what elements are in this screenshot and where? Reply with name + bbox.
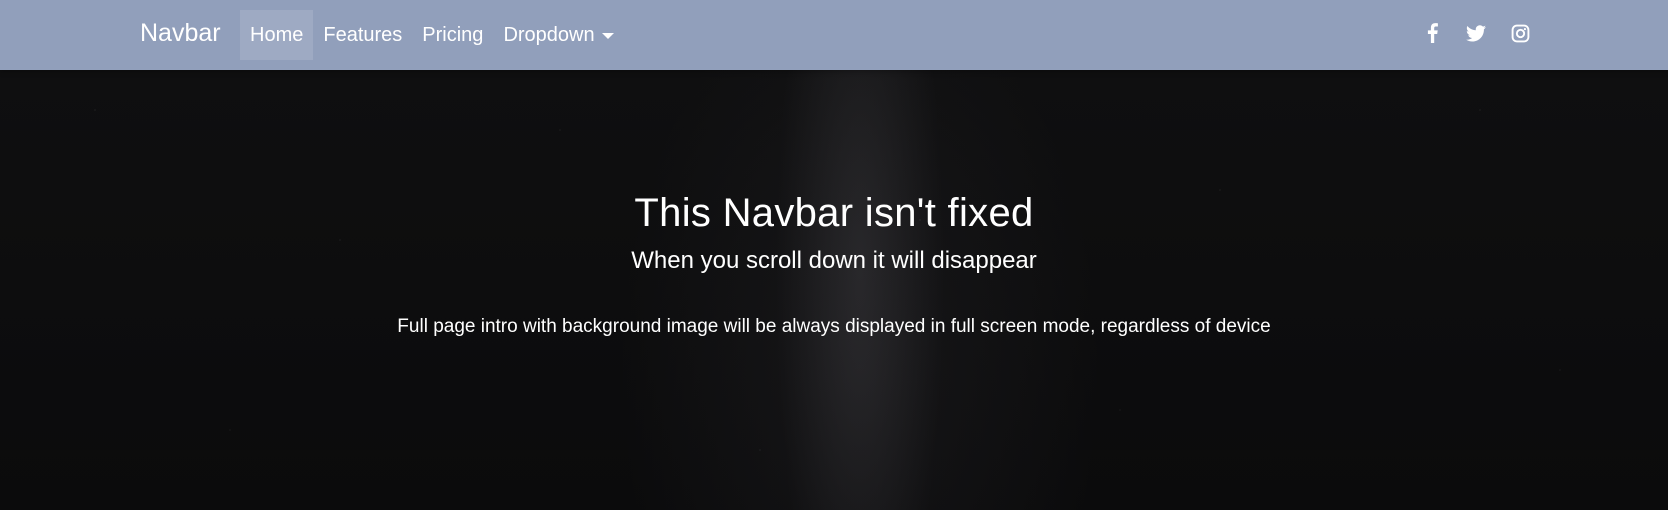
background-image — [0, 70, 1668, 510]
social-links — [1422, 22, 1530, 44]
facebook-link[interactable] — [1422, 22, 1442, 44]
hero-title: This Navbar isn't fixed — [634, 191, 1034, 235]
twitter-icon — [1466, 24, 1486, 41]
hero-description: Full page intro with background image wi… — [397, 316, 1271, 337]
hero-intro: This Navbar isn't fixed When you scroll … — [0, 70, 1668, 510]
navbar: Navbar Home Features Pricing Dropdown — [0, 0, 1668, 70]
nav-item-pricing[interactable]: Pricing — [412, 10, 493, 60]
nav-item-dropdown[interactable]: Dropdown — [493, 10, 623, 60]
nav-item-home[interactable]: Home — [240, 10, 314, 60]
page: Navbar Home Features Pricing Dropdown Th… — [0, 0, 1668, 510]
nav-item-features[interactable]: Features — [313, 10, 412, 60]
navbar-brand[interactable]: Navbar — [140, 18, 221, 48]
caret-down-icon — [601, 33, 614, 39]
instagram-link[interactable] — [1510, 22, 1530, 44]
dropdown-label: Dropdown — [503, 23, 595, 46]
instagram-icon — [1511, 24, 1529, 42]
nav-links: Home Features Pricing Dropdown — [240, 10, 624, 60]
facebook-icon — [1427, 23, 1438, 43]
twitter-link[interactable] — [1466, 22, 1486, 44]
hero-subtitle: When you scroll down it will disappear — [631, 247, 1037, 274]
